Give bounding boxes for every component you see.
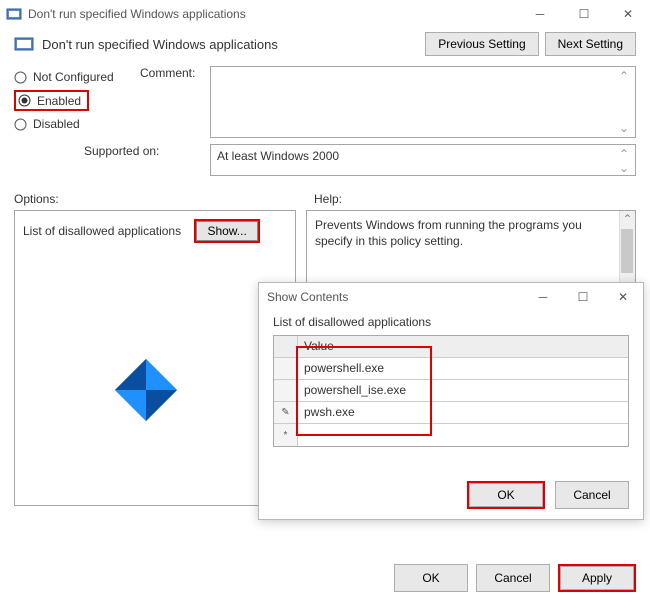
radio-checked-icon (18, 94, 31, 107)
modal-maximize-button[interactable]: ☐ (563, 284, 603, 310)
table-row[interactable]: powershell_ise.exe (274, 380, 628, 402)
help-label: Help: (314, 192, 342, 206)
scrollbar[interactable]: ⌃⌄ (619, 69, 633, 135)
table-row[interactable]: powershell.exe (274, 358, 628, 380)
cancel-button[interactable]: Cancel (476, 564, 550, 592)
show-button[interactable]: Show... (196, 221, 257, 241)
scrollbar-thumb[interactable] (621, 229, 633, 273)
grid-cell[interactable]: pwsh.exe (298, 402, 628, 423)
minimize-button[interactable]: ─ (518, 0, 562, 28)
asterisk-icon: * (274, 424, 298, 446)
options-pane: List of disallowed applications Show... (14, 210, 296, 506)
header: Don't run specified Windows applications… (0, 28, 650, 60)
modal-ok-button[interactable]: OK (469, 483, 543, 507)
show-contents-dialog: Show Contents ─ ☐ ✕ List of disallowed a… (258, 282, 644, 520)
radio-unchecked-icon (14, 118, 27, 131)
grid-cell-empty[interactable] (298, 424, 628, 446)
modal-title: Show Contents (267, 290, 348, 304)
options-label: Options: (14, 192, 314, 206)
radio-enabled[interactable]: Enabled (14, 90, 89, 111)
pencil-icon: ✎ (274, 402, 298, 423)
radio-disabled[interactable]: Disabled (14, 117, 140, 131)
grid-cell[interactable]: powershell.exe (298, 358, 628, 379)
scrollbar[interactable]: ⌃⌄ (619, 147, 633, 173)
modal-close-button[interactable]: ✕ (603, 284, 643, 310)
grid-corner (274, 336, 298, 357)
grid-col-value: Value (298, 336, 628, 357)
window-title: Don't run specified Windows applications (28, 7, 518, 21)
apply-button[interactable]: Apply (560, 566, 634, 590)
table-row-new[interactable]: * (274, 424, 628, 446)
modal-minimize-button[interactable]: ─ (523, 284, 563, 310)
radio-unchecked-icon (14, 71, 27, 84)
previous-setting-button[interactable]: Previous Setting (425, 32, 538, 56)
header-title: Don't run specified Windows applications (42, 37, 425, 52)
radio-not-configured[interactable]: Not Configured (14, 70, 140, 84)
table-row[interactable]: ✎ pwsh.exe (274, 402, 628, 424)
help-text: Prevents Windows from running the progra… (315, 217, 617, 249)
next-setting-button[interactable]: Next Setting (545, 32, 636, 56)
supported-on-value: At least Windows 2000 ⌃⌄ (210, 144, 636, 176)
windows-logo-icon (111, 355, 181, 425)
modal-list-label: List of disallowed applications (273, 315, 629, 329)
policy-header-icon (14, 34, 34, 54)
comment-label: Comment: (140, 66, 210, 138)
supported-on-label: Supported on: (84, 144, 210, 158)
ok-button[interactable]: OK (394, 564, 468, 592)
list-label: List of disallowed applications (23, 224, 181, 238)
close-button[interactable]: ✕ (606, 0, 650, 28)
comment-textarea[interactable]: ⌃⌄ (210, 66, 636, 138)
disallowed-grid[interactable]: Value powershell.exe powershell_ise.exe … (273, 335, 629, 447)
dialog-footer: OK Cancel Apply (394, 564, 636, 592)
titlebar: Don't run specified Windows applications… (0, 0, 650, 28)
policy-icon (6, 6, 22, 22)
maximize-button[interactable]: ☐ (562, 0, 606, 28)
grid-cell[interactable]: powershell_ise.exe (298, 380, 628, 401)
modal-cancel-button[interactable]: Cancel (555, 481, 629, 509)
